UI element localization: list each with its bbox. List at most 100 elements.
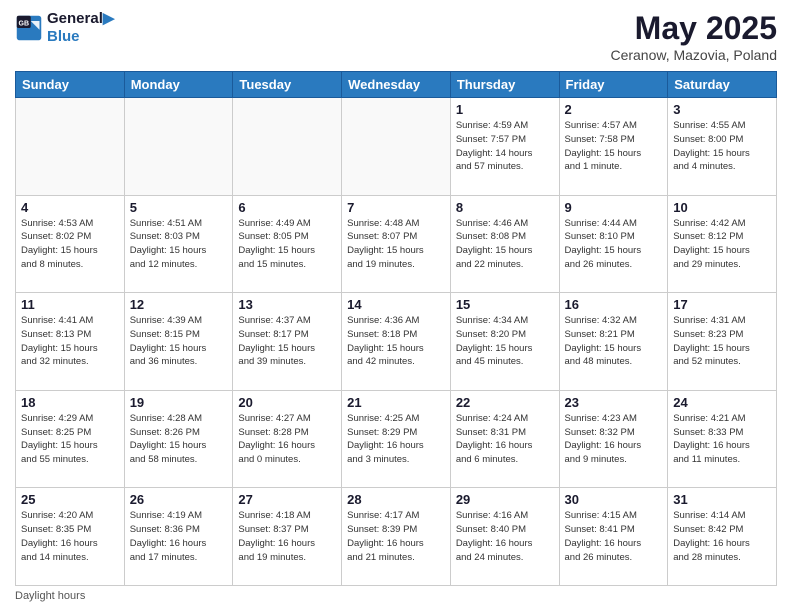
day-number: 4 (21, 200, 119, 215)
calendar-cell-1-3: 7 Sunrise: 4:48 AM Sunset: 8:07 PM Daylig… (342, 195, 451, 293)
day-number: 1 (456, 102, 554, 117)
day-number: 27 (238, 492, 336, 507)
week-row-4: 25Sunrise: 4:20 AM Sunset: 8:35 PM Dayli… (16, 488, 777, 586)
day-info: Sunrise: 4:49 AM Sunset: 8:05 PM Dayligh… (238, 217, 336, 272)
logo-text: General▶ Blue (47, 10, 114, 46)
subtitle: Ceranow, Mazovia, Poland (610, 47, 777, 63)
calendar-cell-2-6: 17 Sunrise: 4:31 AM Sunset: 8:23 PM Dayli… (668, 293, 777, 391)
day-number: 7 (347, 200, 445, 215)
day-info: Sunrise: 4:41 AM Sunset: 8:13 PM Dayligh… (21, 314, 119, 369)
col-friday: Friday (559, 72, 668, 98)
day-number: 5 (130, 200, 228, 215)
calendar-cell-3-2: 20 Sunrise: 4:27 AM Sunset: 8:28 PM Dayli… (233, 390, 342, 488)
day-info: Sunrise: 4:18 AM Sunset: 8:37 PM Dayligh… (238, 509, 336, 564)
day-number: 22 (456, 395, 554, 410)
day-info: Sunrise: 4:24 AM Sunset: 8:31 PM Dayligh… (456, 412, 554, 467)
day-info: Sunrise: 4:57 AM Sunset: 7:58 PM Dayligh… (565, 119, 663, 174)
calendar-cell-4-3: 28 Sunrise: 4:17 AM Sunset: 8:39 PM Dayli… (342, 488, 451, 586)
day-number: 30 (565, 492, 663, 507)
calendar-cell-3-0: 18 Sunrise: 4:29 AM Sunset: 8:25 PM Dayli… (16, 390, 125, 488)
calendar-cell-3-4: 22 Sunrise: 4:24 AM Sunset: 8:31 PM Dayli… (450, 390, 559, 488)
day-info: Sunrise: 4:36 AM Sunset: 8:18 PM Dayligh… (347, 314, 445, 369)
calendar-cell-0-6: 3Sunrise: 4:55 AM Sunset: 8:00 PM Daylig… (668, 98, 777, 196)
day-info: Sunrise: 4:19 AM Sunset: 8:36 PM Dayligh… (130, 509, 228, 564)
day-info: Sunrise: 4:46 AM Sunset: 8:08 PM Dayligh… (456, 217, 554, 272)
day-info: Sunrise: 4:21 AM Sunset: 8:33 PM Dayligh… (673, 412, 771, 467)
day-number: 23 (565, 395, 663, 410)
calendar-cell-0-3 (342, 98, 451, 196)
day-info: Sunrise: 4:53 AM Sunset: 8:02 PM Dayligh… (21, 217, 119, 272)
calendar-cell-1-6: 10Sunrise: 4:42 AM Sunset: 8:12 PM Dayli… (668, 195, 777, 293)
day-number: 11 (21, 297, 119, 312)
day-info: Sunrise: 4:16 AM Sunset: 8:40 PM Dayligh… (456, 509, 554, 564)
col-saturday: Saturday (668, 72, 777, 98)
day-info: Sunrise: 4:42 AM Sunset: 8:12 PM Dayligh… (673, 217, 771, 272)
day-info: Sunrise: 4:59 AM Sunset: 7:57 PM Dayligh… (456, 119, 554, 174)
day-number: 19 (130, 395, 228, 410)
calendar-cell-3-3: 21 Sunrise: 4:25 AM Sunset: 8:29 PM Dayli… (342, 390, 451, 488)
day-number: 31 (673, 492, 771, 507)
svg-text:GB: GB (19, 20, 30, 27)
calendar-cell-0-5: 2Sunrise: 4:57 AM Sunset: 7:58 PM Daylig… (559, 98, 668, 196)
col-tuesday: Tuesday (233, 72, 342, 98)
calendar-cell-1-4: 8Sunrise: 4:46 AM Sunset: 8:08 PM Daylig… (450, 195, 559, 293)
calendar-cell-4-4: 29 Sunrise: 4:16 AM Sunset: 8:40 PM Dayli… (450, 488, 559, 586)
day-info: Sunrise: 4:17 AM Sunset: 8:39 PM Dayligh… (347, 509, 445, 564)
col-wednesday: Wednesday (342, 72, 451, 98)
day-number: 26 (130, 492, 228, 507)
day-number: 18 (21, 395, 119, 410)
calendar-cell-4-6: 31 Sunrise: 4:14 AM Sunset: 8:42 PM Dayli… (668, 488, 777, 586)
day-info: Sunrise: 4:39 AM Sunset: 8:15 PM Dayligh… (130, 314, 228, 369)
day-number: 21 (347, 395, 445, 410)
day-info: Sunrise: 4:32 AM Sunset: 8:21 PM Dayligh… (565, 314, 663, 369)
day-info: Sunrise: 4:28 AM Sunset: 8:26 PM Dayligh… (130, 412, 228, 467)
day-number: 20 (238, 395, 336, 410)
day-info: Sunrise: 4:29 AM Sunset: 8:25 PM Dayligh… (21, 412, 119, 467)
calendar-cell-0-0 (16, 98, 125, 196)
day-number: 9 (565, 200, 663, 215)
calendar-cell-2-2: 13 Sunrise: 4:37 AM Sunset: 8:17 PM Dayli… (233, 293, 342, 391)
day-number: 15 (456, 297, 554, 312)
calendar-cell-2-0: 11 Sunrise: 4:41 AM Sunset: 8:13 PM Dayli… (16, 293, 125, 391)
page: GB General▶ Blue May 2025 Ceranow, Mazov… (0, 0, 792, 612)
calendar-cell-3-6: 24 Sunrise: 4:21 AM Sunset: 8:33 PM Dayli… (668, 390, 777, 488)
week-row-1: 4 Sunrise: 4:53 AM Sunset: 8:02 PM Daylig… (16, 195, 777, 293)
calendar-cell-4-2: 27 Sunrise: 4:18 AM Sunset: 8:37 PM Dayli… (233, 488, 342, 586)
week-row-2: 11 Sunrise: 4:41 AM Sunset: 8:13 PM Dayli… (16, 293, 777, 391)
calendar-cell-1-2: 6Sunrise: 4:49 AM Sunset: 8:05 PM Daylig… (233, 195, 342, 293)
day-info: Sunrise: 4:31 AM Sunset: 8:23 PM Dayligh… (673, 314, 771, 369)
calendar-cell-2-4: 15Sunrise: 4:34 AM Sunset: 8:20 PM Dayli… (450, 293, 559, 391)
day-info: Sunrise: 4:27 AM Sunset: 8:28 PM Dayligh… (238, 412, 336, 467)
calendar-cell-3-5: 23 Sunrise: 4:23 AM Sunset: 8:32 PM Dayli… (559, 390, 668, 488)
calendar-cell-1-1: 5 Sunrise: 4:51 AM Sunset: 8:03 PM Daylig… (124, 195, 233, 293)
day-number: 28 (347, 492, 445, 507)
calendar-cell-1-5: 9 Sunrise: 4:44 AM Sunset: 8:10 PM Daylig… (559, 195, 668, 293)
day-number: 13 (238, 297, 336, 312)
title-block: May 2025 Ceranow, Mazovia, Poland (610, 10, 777, 63)
calendar-table: Sunday Monday Tuesday Wednesday Thursday… (15, 71, 777, 586)
day-info: Sunrise: 4:23 AM Sunset: 8:32 PM Dayligh… (565, 412, 663, 467)
calendar-cell-3-1: 19 Sunrise: 4:28 AM Sunset: 8:26 PM Dayli… (124, 390, 233, 488)
calendar-cell-0-1 (124, 98, 233, 196)
day-number: 29 (456, 492, 554, 507)
calendar-cell-2-3: 14Sunrise: 4:36 AM Sunset: 8:18 PM Dayli… (342, 293, 451, 391)
main-title: May 2025 (610, 10, 777, 47)
day-number: 17 (673, 297, 771, 312)
day-info: Sunrise: 4:51 AM Sunset: 8:03 PM Dayligh… (130, 217, 228, 272)
day-info: Sunrise: 4:25 AM Sunset: 8:29 PM Dayligh… (347, 412, 445, 467)
day-info: Sunrise: 4:20 AM Sunset: 8:35 PM Dayligh… (21, 509, 119, 564)
day-info: Sunrise: 4:14 AM Sunset: 8:42 PM Dayligh… (673, 509, 771, 564)
logo-icon: GB (15, 14, 43, 42)
col-thursday: Thursday (450, 72, 559, 98)
day-info: Sunrise: 4:44 AM Sunset: 8:10 PM Dayligh… (565, 217, 663, 272)
day-info: Sunrise: 4:48 AM Sunset: 8:07 PM Dayligh… (347, 217, 445, 272)
calendar-cell-4-1: 26 Sunrise: 4:19 AM Sunset: 8:36 PM Dayli… (124, 488, 233, 586)
col-monday: Monday (124, 72, 233, 98)
footer-note: Daylight hours (15, 590, 777, 602)
week-row-0: 1 Sunrise: 4:59 AM Sunset: 7:57 PM Daylig… (16, 98, 777, 196)
day-info: Sunrise: 4:37 AM Sunset: 8:17 PM Dayligh… (238, 314, 336, 369)
day-number: 12 (130, 297, 228, 312)
day-number: 3 (673, 102, 771, 117)
day-number: 24 (673, 395, 771, 410)
calendar-cell-4-0: 25Sunrise: 4:20 AM Sunset: 8:35 PM Dayli… (16, 488, 125, 586)
